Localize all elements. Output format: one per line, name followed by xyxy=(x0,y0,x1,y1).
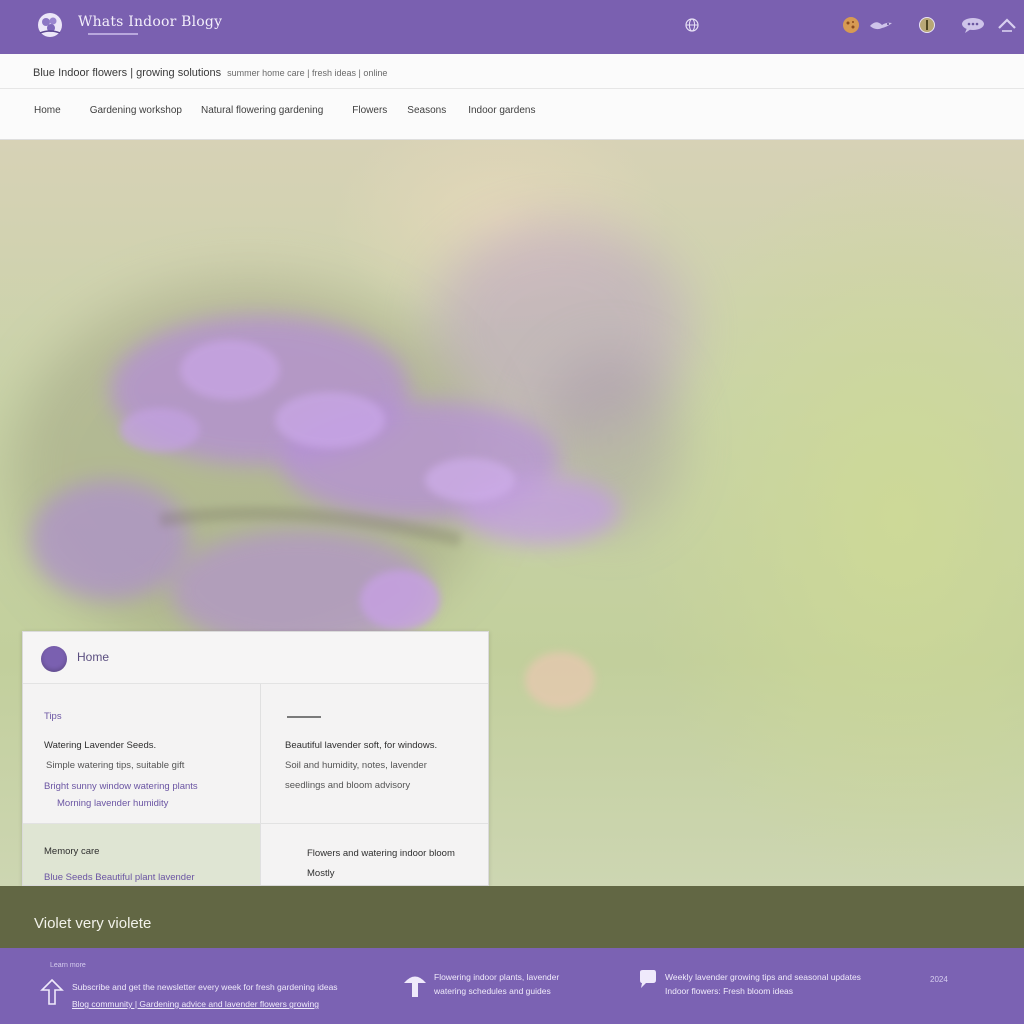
right-text: seedlings and bloom advisory xyxy=(285,780,411,791)
title-underline xyxy=(88,33,138,35)
footer-text: Subscribe and get the newsletter every w… xyxy=(72,982,338,992)
footer-year: 2024 xyxy=(930,975,948,984)
footer-small-label: Learn more xyxy=(50,962,86,969)
breadcrumb: Blue Indoor flowers | growing solutions s… xyxy=(33,67,387,79)
site-title[interactable]: Whats Indoor Blogy xyxy=(78,14,222,30)
left-heading: Watering Lavender Seeds. xyxy=(44,740,157,751)
breadcrumb-subtext: summer home care | fresh ideas | online xyxy=(227,68,388,78)
footer-text: Weekly lavender growing tips and seasona… xyxy=(665,972,861,982)
caption-text: Violet very violete xyxy=(34,915,152,932)
footer-text: watering schedules and guides xyxy=(434,986,551,996)
top-bar: Whats Indoor Blogy xyxy=(0,0,1024,54)
nav-item-gardening-workshop[interactable]: Gardening workshop xyxy=(90,105,182,116)
left-text: Simple watering tips, suitable gift xyxy=(46,760,185,771)
divider xyxy=(260,684,261,885)
flower-logo-icon[interactable] xyxy=(34,11,66,39)
chevron-icon[interactable] xyxy=(996,16,1018,39)
nav-item-home[interactable]: Home xyxy=(34,105,61,116)
chat-bubble-icon[interactable] xyxy=(637,968,659,990)
bottom-left-label[interactable]: Memory care xyxy=(44,846,99,857)
main-nav: Home Gardening workshop Natural flowerin… xyxy=(34,105,535,116)
circle-badge-icon[interactable] xyxy=(918,16,936,39)
card-header: Home xyxy=(23,632,488,684)
sub-header: Blue Indoor flowers | growing solutions s… xyxy=(0,54,1024,140)
right-heading: Beautiful lavender soft, for windows. xyxy=(285,740,438,751)
nav-item-seasons[interactable]: Seasons xyxy=(407,105,446,116)
chat-icon[interactable] xyxy=(960,16,988,39)
mushroom-icon[interactable] xyxy=(402,970,428,1000)
left-link[interactable]: Bright sunny window watering plants xyxy=(44,781,198,792)
divider xyxy=(0,88,1024,89)
nav-item-flowers[interactable]: Flowers xyxy=(352,105,387,116)
nav-item-indoor-gardens[interactable]: Indoor gardens xyxy=(468,105,535,116)
nav-item-natural-flowering[interactable]: Natural flowering gardening xyxy=(201,105,323,116)
avatar[interactable] xyxy=(41,646,67,672)
caption-band: Violet very violete xyxy=(0,886,1024,948)
left-link[interactable]: Morning lavender humidity xyxy=(57,798,168,809)
dash-divider xyxy=(287,716,321,718)
bottom-right-text: Mostly xyxy=(307,868,335,879)
globe-icon[interactable] xyxy=(685,18,699,32)
top-icon-group xyxy=(842,16,1018,39)
bird-icon[interactable] xyxy=(868,17,894,38)
arrow-up-icon[interactable] xyxy=(40,978,64,1006)
bottom-left-link[interactable]: Blue Seeds Beautiful plant lavender xyxy=(44,872,195,883)
footer-link[interactable]: Blog community | Gardening advice and la… xyxy=(72,999,319,1009)
footer-text: Flowering indoor plants, lavender xyxy=(434,972,560,982)
cookie-icon[interactable] xyxy=(842,16,860,39)
footer: Learn more Subscribe and get the newslet… xyxy=(0,948,1024,1024)
tips-label[interactable]: Tips xyxy=(44,711,62,722)
bottom-right-text: Flowers and watering indoor bloom xyxy=(307,848,455,859)
right-text: Soil and humidity, notes, lavender xyxy=(285,760,427,771)
footer-text: Indoor flowers: Fresh bloom ideas xyxy=(665,986,794,996)
breadcrumb-text[interactable]: Blue Indoor flowers | growing solutions xyxy=(33,67,221,79)
info-card: Home Tips Watering Lavender Seeds. Simpl… xyxy=(22,631,489,886)
card-title[interactable]: Home xyxy=(77,650,109,664)
